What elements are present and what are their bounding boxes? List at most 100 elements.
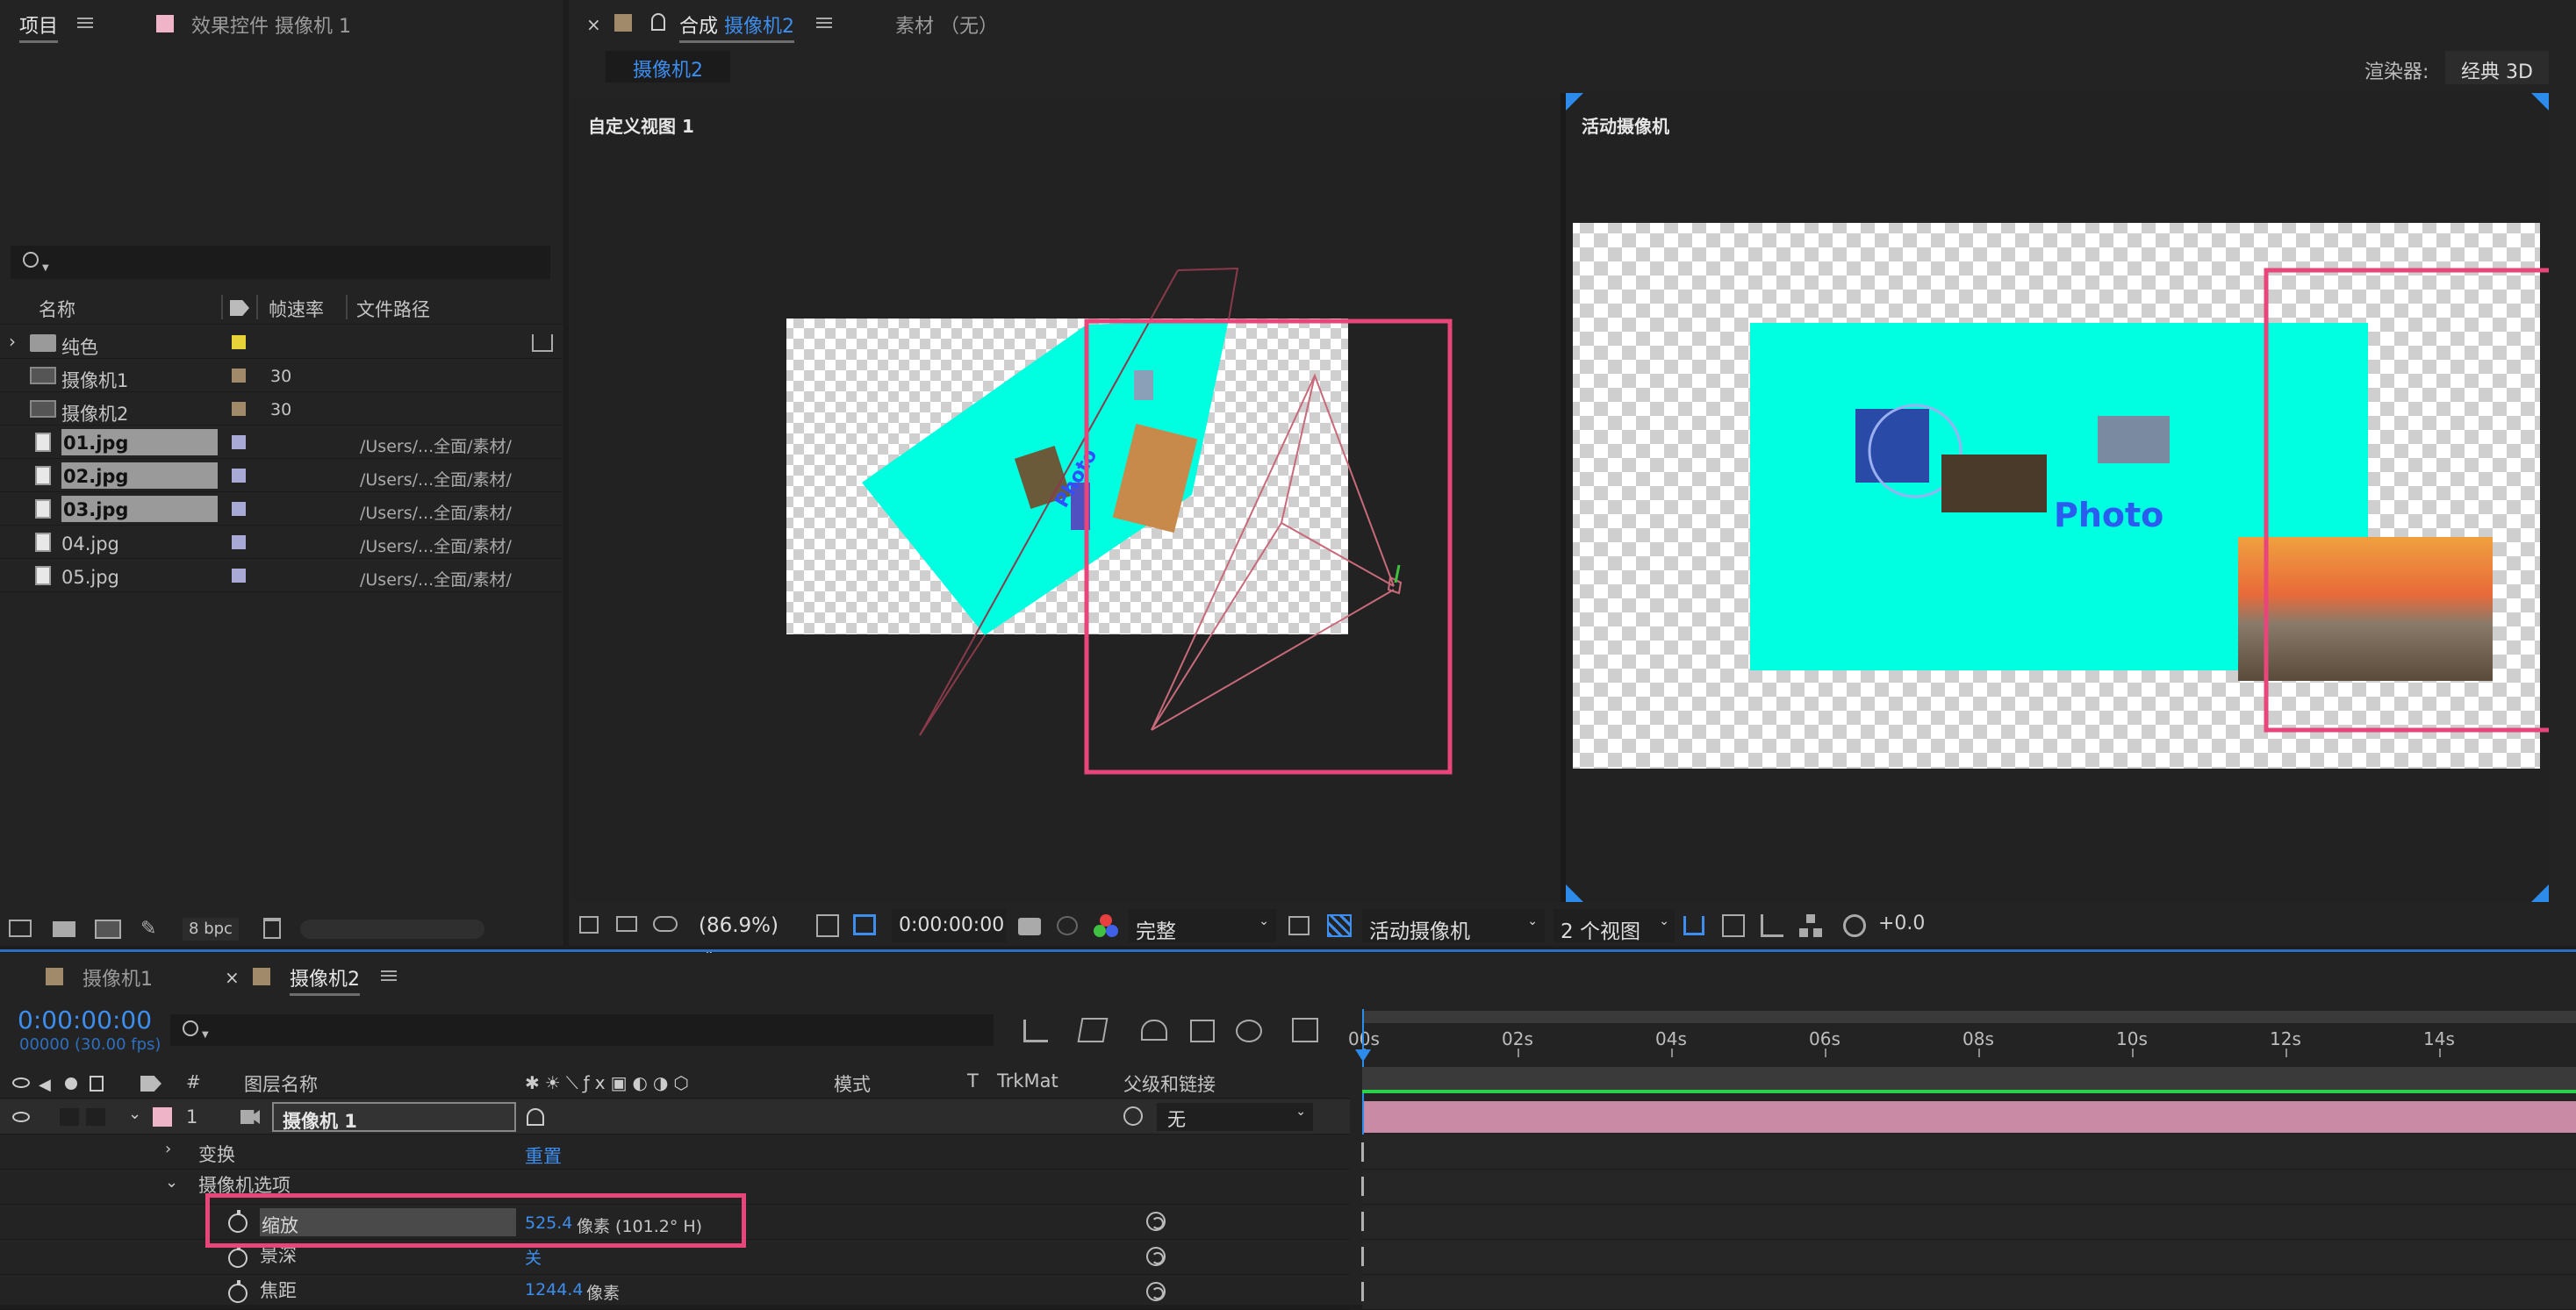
menu-icon[interactable] [77, 18, 93, 28]
expression-pickwhip-icon[interactable] [1146, 1212, 1166, 1231]
timeline-menu-icon[interactable] [381, 970, 397, 981]
thumbnail-slider[interactable] [300, 920, 484, 939]
layer-name-field[interactable]: 摄像机 1 [272, 1102, 516, 1132]
label-swatch[interactable] [232, 402, 246, 416]
camera-property-row[interactable]: 焦距 1244.4 像素 [0, 1275, 1350, 1310]
project-item[interactable]: 02.jpg/Users/...全面/素材/ [0, 459, 562, 492]
transparency-grid-icon[interactable] [1327, 914, 1352, 937]
color-channels-icon[interactable] [1094, 914, 1118, 939]
transform-reset-link[interactable]: 重置 [525, 1142, 562, 1169]
label-swatch[interactable] [232, 535, 246, 549]
work-area-bar[interactable] [1362, 1011, 2576, 1023]
tab-composition[interactable]: 合成 摄像机2 [679, 11, 795, 43]
comp-subtab[interactable]: 摄像机2 [606, 51, 730, 82]
frame-blending-icon[interactable] [1190, 1020, 1215, 1042]
layer-row-camera[interactable]: ⌄ 1 摄像机 1 无 ⌄ [0, 1099, 1350, 1135]
motion-blur-icon[interactable] [1236, 1020, 1262, 1042]
pickwhip-icon[interactable] [1123, 1106, 1143, 1126]
label-tag-icon[interactable] [230, 300, 249, 316]
label-swatch[interactable] [232, 335, 246, 349]
comp-flowchart-icon[interactable] [1023, 1020, 1048, 1042]
fast-preview-icon[interactable] [1288, 916, 1310, 935]
expand-layer-icon[interactable]: ⌄ [128, 1105, 141, 1123]
project-search-input[interactable]: ▼ [11, 246, 550, 279]
tab-footage[interactable]: 素材 （无） [895, 11, 998, 39]
project-item[interactable]: 摄像机2 30 [0, 392, 562, 426]
label-swatch[interactable] [232, 502, 246, 516]
camera-property-value[interactable]: 1244.4 [525, 1280, 583, 1299]
toggle-pixel-aspect-icon[interactable] [1683, 916, 1704, 935]
expression-pickwhip-icon[interactable] [1146, 1247, 1166, 1266]
label-swatch[interactable] [232, 369, 246, 383]
label-tag-icon[interactable] [140, 1076, 161, 1092]
mask-icon[interactable] [653, 916, 678, 932]
trash-icon[interactable] [263, 918, 281, 939]
col-fps[interactable]: 帧速率 [269, 296, 324, 322]
active-camera-viewer[interactable]: 活动摄像机 Photo [1566, 93, 2549, 902]
playhead-handle[interactable] [1355, 1049, 1371, 1062]
col-path[interactable]: 文件路径 [356, 296, 430, 322]
custom-view-viewer[interactable]: 自定义视图 1 Photo [572, 97, 1561, 902]
parent-dropdown[interactable]: 无 ⌄ [1157, 1103, 1313, 1131]
resolution-grid-icon[interactable] [816, 914, 839, 937]
timeline-scroll-bar[interactable] [1362, 1067, 2576, 1090]
solo-icon[interactable] [65, 1077, 77, 1090]
expand-folder-icon[interactable]: › [9, 331, 16, 352]
renderer-button[interactable]: 经典 3D [2445, 51, 2549, 84]
close-comp-button[interactable]: × [586, 14, 601, 35]
lock-icon[interactable] [651, 13, 665, 31]
new-comp-icon[interactable] [95, 920, 121, 939]
brush-icon[interactable]: ✎ [140, 918, 156, 940]
reset-exposure-icon[interactable] [1843, 914, 1866, 937]
show-snapshot-icon[interactable] [1057, 916, 1078, 935]
label-swatch[interactable] [232, 435, 246, 449]
chevron-right-icon[interactable]: › [165, 1140, 171, 1158]
region-of-interest-icon[interactable] [853, 914, 876, 935]
label-swatch[interactable] [232, 569, 246, 583]
project-item[interactable]: › 纯色 [0, 326, 562, 359]
label-swatch[interactable] [232, 469, 246, 483]
comp-menu-icon[interactable] [816, 18, 832, 28]
project-item[interactable]: 摄像机1 30 [0, 359, 562, 392]
zoom-dropdown[interactable]: (86.9%) ⌄ [692, 909, 807, 958]
layer-duration-bar[interactable] [1364, 1101, 2576, 1133]
shy-layers-icon[interactable] [1141, 1020, 1167, 1041]
close-timeline-tab[interactable]: × [225, 967, 240, 988]
camera-view-dropdown[interactable]: 活动摄像机 ⌄ [1362, 909, 1545, 943]
tab-effect-controls[interactable]: 效果控件 摄像机 1 [191, 11, 351, 39]
audio-icon[interactable]: ◀ [39, 1076, 51, 1094]
col-name[interactable]: 名称 [39, 296, 75, 322]
stopwatch-icon[interactable] [228, 1280, 248, 1303]
lock-column-icon[interactable] [90, 1076, 104, 1092]
bpc-button[interactable]: 8 bpc [183, 918, 239, 941]
timeline-icon[interactable] [1761, 914, 1783, 937]
col-mode[interactable]: 模式 [834, 1070, 871, 1097]
tab-project[interactable]: 项目 [19, 11, 59, 43]
flowchart-icon[interactable] [532, 334, 553, 352]
view-layout-dropdown[interactable]: 2 个视图 ⌄ [1553, 909, 1675, 943]
fast-draft-icon[interactable] [1722, 914, 1745, 937]
timecode-field[interactable]: 0:00:00:00 [892, 909, 1006, 942]
layer-solo-box[interactable] [60, 1108, 79, 1126]
flowchart-icon[interactable] [1799, 914, 1822, 937]
stopwatch-icon[interactable] [228, 1245, 248, 1268]
new-folder-icon[interactable] [53, 921, 75, 937]
exposure-value[interactable]: +0.0 [1878, 913, 1925, 953]
snapshot-camera-icon[interactable] [1018, 918, 1041, 935]
shy-switch-icon[interactable] [527, 1108, 544, 1126]
col-trkmat[interactable]: TrkMat [997, 1070, 1058, 1092]
draft-3d-icon[interactable] [1077, 1018, 1109, 1042]
graph-editor-icon[interactable] [1292, 1018, 1318, 1042]
project-item[interactable]: 01.jpg/Users/...全面/素材/ [0, 426, 562, 459]
col-parent[interactable]: 父级和链接 [1123, 1070, 1216, 1097]
monitor-icon[interactable] [616, 916, 637, 932]
interpret-footage-icon[interactable] [9, 920, 32, 937]
col-layer-name[interactable]: 图层名称 [244, 1070, 318, 1097]
layer-label-swatch[interactable] [153, 1107, 172, 1127]
camera-property-value[interactable]: 关 [525, 1245, 542, 1269]
project-item[interactable]: 05.jpg/Users/...全面/素材/ [0, 559, 562, 592]
project-item[interactable]: 03.jpg/Users/...全面/素材/ [0, 492, 562, 526]
expression-pickwhip-icon[interactable] [1146, 1282, 1166, 1301]
chevron-down-icon[interactable]: ⌄ [165, 1173, 178, 1192]
layer-eye-icon[interactable] [12, 1112, 30, 1122]
